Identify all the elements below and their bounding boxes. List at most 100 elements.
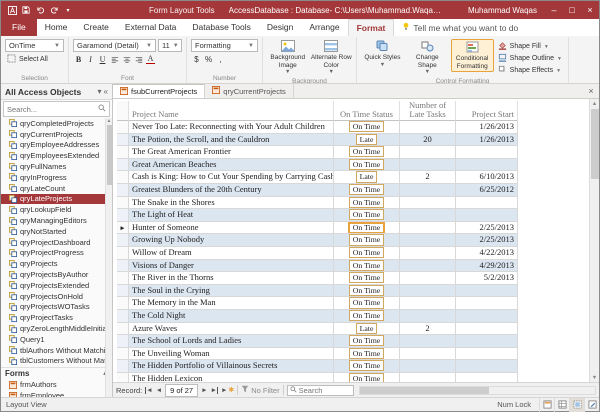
cell-on-time-status[interactable]: On Time bbox=[334, 372, 400, 382]
cell-late-tasks[interactable] bbox=[400, 221, 456, 235]
record-search-input[interactable] bbox=[298, 385, 351, 395]
cell-project-name[interactable]: Cash is King: How to Cut Your Spending b… bbox=[129, 171, 334, 184]
cell-project-name[interactable]: The Cold Night bbox=[129, 309, 334, 323]
cell-late-tasks[interactable] bbox=[400, 335, 456, 348]
record-selector[interactable] bbox=[117, 335, 129, 348]
table-row[interactable]: The Unveiling Woman On Time bbox=[117, 347, 599, 361]
record-selector[interactable]: ► bbox=[117, 221, 129, 235]
cell-project-start[interactable] bbox=[456, 309, 518, 323]
nav-item-qryprojectswotasks[interactable]: qryProjectsWOTasks bbox=[1, 302, 112, 313]
cell-project-name[interactable]: Great American Beaches bbox=[129, 158, 334, 172]
cell-on-time-status[interactable]: On Time bbox=[334, 158, 400, 172]
currency-format-button[interactable]: $ bbox=[191, 54, 202, 65]
cell-late-tasks[interactable]: 20 bbox=[400, 133, 456, 147]
cell-on-time-status[interactable]: Late bbox=[334, 322, 400, 336]
nav-item-frmemployee[interactable]: frmEmployee bbox=[1, 390, 112, 397]
cell-project-start[interactable]: 1/26/2013 bbox=[456, 121, 518, 134]
cell-on-time-status[interactable]: On Time bbox=[334, 146, 400, 159]
shape-effects-button[interactable]: Shape Effects ▼ bbox=[496, 65, 564, 76]
user-name[interactable]: Muhammad Waqas bbox=[468, 6, 537, 15]
cell-late-tasks[interactable]: 2 bbox=[400, 322, 456, 336]
record-selector[interactable] bbox=[117, 246, 129, 260]
cell-project-name[interactable]: Greatest Blunders of the 20th Century bbox=[129, 183, 334, 197]
cell-project-start[interactable] bbox=[456, 209, 518, 222]
cell-project-start[interactable]: 6/10/2013 bbox=[456, 171, 518, 184]
nav-pane-header[interactable]: All Access Objects ▾ « bbox=[1, 84, 112, 100]
record-search-box[interactable] bbox=[286, 384, 354, 396]
cell-on-time-status[interactable]: On Time bbox=[334, 209, 400, 222]
nav-item-qryprojectsonhold[interactable]: qryProjectsOnHold bbox=[1, 291, 112, 302]
cell-on-time-status[interactable]: On Time bbox=[334, 221, 400, 235]
cell-project-start[interactable]: 4/29/2013 bbox=[456, 259, 518, 273]
nav-item-qryprojecttasks[interactable]: qryProjectTasks bbox=[1, 312, 112, 323]
cell-on-time-status[interactable]: On Time bbox=[334, 272, 400, 285]
table-row[interactable]: Willow of Dream On Time 4/22/2013 bbox=[117, 246, 599, 260]
close-document-icon[interactable]: × bbox=[583, 84, 599, 98]
table-row[interactable]: The Potion, the Scroll, and the Cauldron… bbox=[117, 133, 599, 147]
align-center-icon[interactable] bbox=[121, 54, 132, 65]
record-selector[interactable] bbox=[117, 284, 129, 298]
cell-project-start[interactable]: 2/25/2013 bbox=[456, 221, 518, 235]
horizontal-scroll-thumb[interactable] bbox=[359, 386, 490, 394]
table-row[interactable]: The Hidden Portfolio of Villainous Secre… bbox=[117, 360, 599, 373]
nav-item-tblauthors-without-matchin[interactable]: tblAuthors Without Matchin... bbox=[1, 345, 112, 356]
cell-late-tasks[interactable]: 2 bbox=[400, 171, 456, 184]
nav-item-qryemployeesextended[interactable]: qryEmployeesExtended bbox=[1, 150, 112, 161]
column-header-on-time-status[interactable]: On Time Status bbox=[334, 101, 400, 121]
nav-item-qrymanagingeditors[interactable]: qryManagingEditors bbox=[1, 215, 112, 226]
nav-item-frmauthors[interactable]: frmAuthors bbox=[1, 379, 112, 390]
qat-customize-icon[interactable]: ▾ bbox=[63, 4, 73, 16]
cell-on-time-status[interactable]: On Time bbox=[334, 196, 400, 210]
table-row[interactable]: The Snake in the Shores On Time bbox=[117, 196, 599, 210]
cell-project-name[interactable]: The Memory in the Man bbox=[129, 297, 334, 310]
layout-view-button[interactable] bbox=[569, 397, 584, 412]
nav-item-qrynotstarted[interactable]: qryNotStarted bbox=[1, 226, 112, 237]
cell-project-start[interactable] bbox=[456, 284, 518, 298]
record-selector[interactable] bbox=[117, 259, 129, 273]
table-row[interactable]: The School of Lords and Ladies On Time bbox=[117, 335, 599, 348]
cell-project-start[interactable]: 6/25/2012 bbox=[456, 183, 518, 197]
record-selector[interactable] bbox=[117, 347, 129, 361]
conditional-formatting-button[interactable]: Conditional Formatting bbox=[450, 39, 494, 73]
cell-project-start[interactable] bbox=[456, 146, 518, 159]
cell-on-time-status[interactable]: On Time bbox=[334, 234, 400, 247]
alternate-row-color-button[interactable]: Alternate Row Color ▼ bbox=[311, 39, 353, 77]
nav-item-qrylateprojects[interactable]: qryLateProjects bbox=[1, 193, 112, 205]
horizontal-scrollbar[interactable] bbox=[358, 385, 596, 395]
cell-project-name[interactable]: The River in the Thorns bbox=[129, 272, 334, 285]
design-view-button[interactable] bbox=[584, 397, 599, 412]
cell-on-time-status[interactable]: On Time bbox=[334, 259, 400, 273]
table-row[interactable]: The Hidden Lexicon On Time bbox=[117, 372, 599, 382]
scroll-up-icon[interactable]: ▲ bbox=[592, 99, 597, 108]
shape-fill-button[interactable]: Shape Fill ▼ bbox=[496, 41, 564, 52]
cell-project-name[interactable]: Willow of Dream bbox=[129, 246, 334, 260]
form-view-button[interactable] bbox=[539, 397, 554, 412]
font-family-combobox[interactable]: Garamond (Detail) ▼ bbox=[73, 39, 156, 52]
ribbon-tab-create[interactable]: Create bbox=[75, 19, 117, 36]
shutter-bar-close-icon[interactable]: « bbox=[104, 87, 108, 96]
cell-late-tasks[interactable] bbox=[400, 246, 456, 260]
column-header-late-tasks[interactable]: Number of Late Tasks bbox=[400, 101, 456, 121]
restore-button[interactable]: □ bbox=[563, 1, 581, 19]
ribbon-tab-format[interactable]: Format bbox=[347, 19, 395, 36]
change-shape-button[interactable]: Change Shape ▼ bbox=[406, 39, 449, 77]
cell-late-tasks[interactable] bbox=[400, 146, 456, 159]
cell-project-start[interactable] bbox=[456, 158, 518, 172]
align-left-icon[interactable] bbox=[109, 54, 120, 65]
nav-search-box[interactable] bbox=[3, 101, 110, 117]
nav-item-qrylatecount[interactable]: qryLateCount bbox=[1, 183, 112, 194]
table-row[interactable]: The Great American Frontier On Time bbox=[117, 146, 599, 159]
nav-item-qrycompletedprojects[interactable]: qryCompletedProjects bbox=[1, 118, 112, 129]
table-row[interactable]: Cash is King: How to Cut Your Spending b… bbox=[117, 171, 599, 184]
last-record-button[interactable]: ► bbox=[211, 386, 218, 394]
close-button[interactable]: × bbox=[581, 1, 599, 19]
cell-project-start[interactable] bbox=[456, 322, 518, 336]
nav-search-input[interactable] bbox=[7, 104, 98, 114]
table-row[interactable]: Azure Waves Late 2 bbox=[117, 322, 599, 336]
quick-styles-button[interactable]: Quick Styles ▼ bbox=[361, 39, 404, 69]
cell-project-name[interactable]: The Hidden Lexicon bbox=[129, 372, 334, 382]
cell-project-start[interactable]: 5/2/2013 bbox=[456, 272, 518, 285]
table-row[interactable]: The Memory in the Man On Time bbox=[117, 297, 599, 310]
cell-project-start[interactable] bbox=[456, 196, 518, 210]
tell-me-box[interactable]: Tell me what you want to do bbox=[394, 19, 526, 36]
